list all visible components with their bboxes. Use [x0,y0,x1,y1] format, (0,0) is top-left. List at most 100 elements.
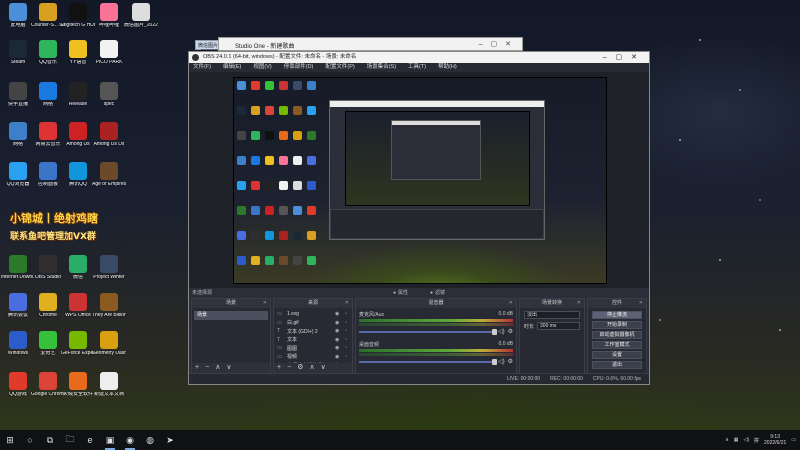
task-view-icon[interactable]: ⧉ [40,430,60,450]
lock-icon[interactable]: ▫ [345,320,352,326]
taskbar-app-icon[interactable]: ◍ [140,430,160,450]
desktop-icon[interactable]: Google Chrome [31,372,65,408]
control-button[interactable]: 工作室模式 [592,340,642,349]
desktop-icon[interactable]: Windows [3,331,33,367]
source-item[interactable]: T 文本 (GDI+) 2 ◉ ▫ [274,327,352,336]
control-button[interactable]: 停止推流 [592,310,642,319]
lock-icon[interactable]: ▫ [345,354,352,360]
lock-icon[interactable]: ▫ [345,337,352,343]
desktop-icon[interactable]: Internet Downl... [1,255,35,291]
down-icon[interactable]: ∨ [226,363,231,373]
desktop-icon[interactable]: Among Us [63,122,93,158]
desktop-icon[interactable]: 快手直播 [3,82,33,118]
search-icon[interactable]: ○ [20,430,40,450]
control-button[interactable]: 启动虚拟摄像机 [592,330,642,339]
eye-icon[interactable]: ◉ [335,354,342,360]
desktop-icon[interactable]: Geometry Dash [92,331,126,367]
menu-item[interactable]: 文件(F) [193,63,211,72]
source-item[interactable]: ▭ 图图 ◉ ▫ [274,344,352,353]
studio-one-window[interactable]: Studio One - 新建歌曲 –▢✕ [218,37,523,51]
remove-icon[interactable]: − [205,363,209,373]
chevron-up-icon[interactable]: ∧ [725,437,729,443]
menu-item[interactable]: 场景集合(S) [367,63,396,72]
lock-icon[interactable]: ▫ [345,311,352,317]
obs-window-buttons[interactable]: –▢✕ [603,52,646,63]
menu-item[interactable]: 编辑(E) [223,63,241,72]
speaker-icon[interactable]: ◁) [498,358,505,365]
dock-close-icon[interactable]: ✕ [639,299,643,308]
source-item[interactable]: ▭ 白.gif ◉ ▫ [274,319,352,328]
desktop-icon[interactable]: WPS Office [63,293,93,329]
eye-icon[interactable]: ◉ [335,320,342,326]
desktop-icon[interactable]: Project Winter [93,255,125,291]
control-button[interactable]: 设置 [592,350,642,359]
slider-knob[interactable] [491,358,497,365]
desktop-icon[interactable]: 腾讯QQ [63,162,93,198]
obs-title-bar[interactable]: OBS 24.0.1 (64-bit, windows) - 配置文件: 未命名… [189,52,649,63]
eye-icon[interactable]: ◉ [335,328,342,334]
taskbar-app-icon[interactable]: ◉ [120,430,140,450]
taskbar-app-icon[interactable]: ▣ [100,430,120,450]
dock-close-icon[interactable]: ✕ [345,299,349,308]
desktop-icon[interactable]: 新建文本文档 [94,372,124,408]
source-item[interactable]: T 文本 ◉ ▫ [274,336,352,345]
menu-item[interactable]: 工具(T) [408,63,426,72]
desktop-icon[interactable]: Steam [3,40,33,76]
desktop-icon[interactable]: 爱奇艺 [33,331,63,367]
desktop-icon[interactable]: Chrome [33,293,63,329]
desktop-icon[interactable]: QQ音乐 [33,40,63,76]
up-icon[interactable]: ∧ [215,363,220,373]
control-button[interactable]: 开始录制 [592,320,642,329]
menu-item[interactable]: 视图(V) [253,63,271,72]
desktop-icon[interactable]: PICO PARK [94,40,124,76]
desktop-icon[interactable]: QQ游戏 [3,372,33,408]
filters-button[interactable]: 滤镜 [430,288,445,298]
dock-close-icon[interactable]: ✕ [263,299,267,308]
source-item[interactable]: ▭ 视频 ◉ ▫ [274,353,352,362]
desktop-icon[interactable]: They Are Billions [92,293,126,329]
clock[interactable]: 9:13 2022/6/21 [764,434,786,446]
eye-icon[interactable]: ◉ [335,311,342,317]
dock-close-icon[interactable]: ✕ [509,299,513,308]
scene-item[interactable]: 场景 [194,311,268,320]
menu-item[interactable]: 帮助(H) [438,63,457,72]
network-icon[interactable]: ▦ [734,437,739,443]
properties-button[interactable]: 属性 [393,288,408,298]
desktop-icon[interactable]: Counter-S... Global Offe... [31,3,65,39]
obs-window[interactable]: OBS 24.0.1 (64-bit, windows) - 配置文件: 未命名… [188,51,650,385]
taskbar-app-icon[interactable]: e [80,430,100,450]
remove-icon[interactable]: − [287,363,291,373]
obs-preview-area[interactable] [189,72,649,288]
slider-knob[interactable] [491,328,497,335]
add-icon[interactable]: + [195,363,199,373]
source-item[interactable]: ▭ 1.svg ◉ ▫ [274,310,352,319]
down-icon[interactable]: ∨ [321,363,326,373]
desktop-icon[interactable]: 网络 [33,82,63,118]
desktop-icon[interactable]: 此电脑 [3,3,33,39]
desktop-icon[interactable]: 微信图片_2022032... [124,3,158,39]
duration-input[interactable]: 300 ms [537,322,580,330]
window-buttons[interactable]: –▢✕ [479,40,519,48]
speaker-icon[interactable]: ◁) [498,328,505,335]
desktop-icon[interactable]: Among Us Dx [94,122,124,158]
eye-icon[interactable]: ◉ [335,337,342,343]
taskbar-app-icon[interactable]: ➤ [160,430,180,450]
desktop-icon[interactable]: Release [63,82,93,118]
lock-icon[interactable]: ▫ [345,328,352,334]
desktop-icon[interactable]: QQ浏览器 [3,162,33,198]
add-icon[interactable]: + [277,363,281,373]
desktop-icon[interactable]: 微信 [63,255,93,291]
volume-slider[interactable] [359,358,497,365]
desktop-icon[interactable]: 网易云音乐 [33,122,63,158]
menu-item[interactable]: 停靠部件(D) [284,63,314,72]
menu-item[interactable]: 配置文件(P) [325,63,354,72]
ime-indicator[interactable]: 拼 [754,437,759,444]
desktop-icon[interactable]: 哔哩哔哩 [94,3,124,39]
desktop-icon[interactable]: 腾讯会议 [3,293,33,329]
desktop-icon[interactable]: YY语音 [63,40,93,76]
control-button[interactable]: 退出 [592,360,642,369]
desktop-icon[interactable]: 网络 [3,122,33,158]
gear-icon[interactable]: ⚙ [508,328,513,335]
desktop-icon[interactable]: OBS Studio [33,255,63,291]
volume-icon[interactable]: ◁) [743,437,749,443]
